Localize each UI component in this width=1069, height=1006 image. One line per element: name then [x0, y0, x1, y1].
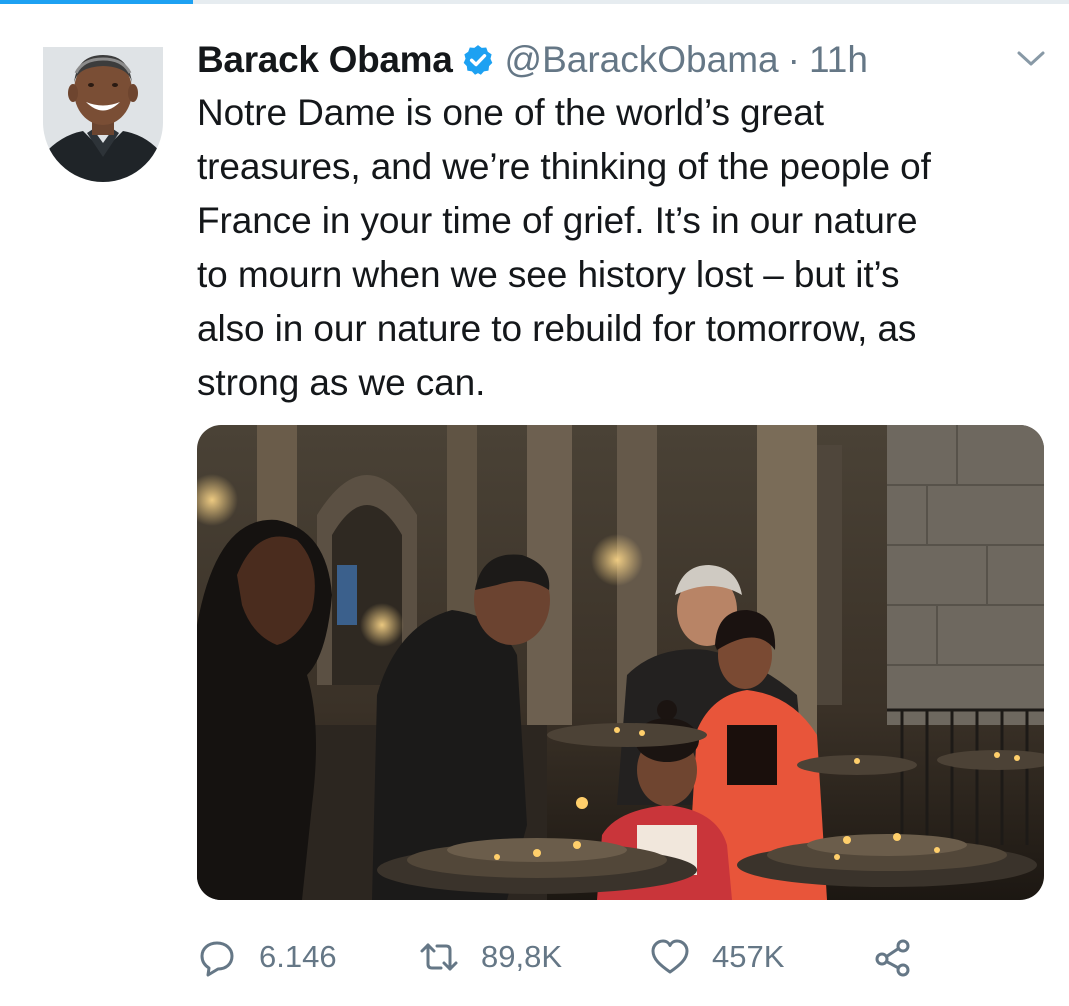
tweet-text-line: treasures, and we’re thinking of the peo… [197, 146, 931, 187]
avatar[interactable] [43, 47, 163, 182]
chevron-down-icon[interactable] [1014, 48, 1048, 70]
tweet-text-line: France in your time of grief. It’s in ou… [197, 200, 918, 241]
reply-icon [200, 941, 234, 977]
tweet-text-line: to mourn when we see history lost – but … [197, 254, 900, 295]
verified-badge-icon [463, 45, 492, 75]
tweet-actions: 6.146 89,8K 457K [197, 930, 957, 984]
reply-count: 6.146 [259, 939, 337, 974]
like-count: 457K [712, 939, 785, 974]
tweet-text: Notre Dame is one of the world’s great t… [197, 86, 1047, 410]
active-tab-indicator [0, 0, 193, 4]
tweet-text-line: strong as we can. [197, 362, 486, 403]
like-button[interactable]: 457K [650, 930, 784, 984]
tweet-timestamp[interactable]: 11h [809, 39, 868, 81]
retweet-button[interactable]: 89,8K [419, 930, 562, 984]
tweet-text-line: also in our nature to rebuild for tomorr… [197, 308, 917, 349]
share-icon [875, 939, 910, 977]
tweet-photo[interactable] [197, 425, 1044, 900]
heart-icon [651, 939, 689, 974]
author-name[interactable]: Barack Obama [197, 39, 453, 81]
separator-dot: · [787, 39, 800, 80]
author-handle[interactable]: @BarackObama [505, 39, 779, 81]
reply-button[interactable]: 6.146 [197, 930, 337, 984]
retweet-count: 89,8K [481, 939, 563, 974]
tab-bar [0, 0, 1069, 4]
tweet-header: Barack Obama @BarackObama · 11h [197, 36, 868, 84]
tweet-text-line: Notre Dame is one of the world’s great [197, 92, 824, 133]
retweet-icon [420, 943, 458, 971]
share-button[interactable] [873, 930, 913, 984]
